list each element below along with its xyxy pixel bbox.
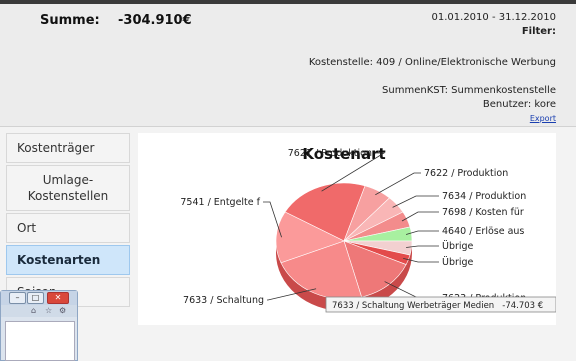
star-icon[interactable]: ☆ xyxy=(45,306,52,315)
sidebar-item-label: Umlage- Kostenstellen xyxy=(27,173,109,203)
pie-label: 7622 / Produktion xyxy=(424,168,508,179)
kostenstelle-filter: Kostenstelle: 409 / Online/Elektronische… xyxy=(308,57,556,68)
summe-value: -304.910€ xyxy=(118,13,192,28)
sidebar-item-umlage-kostenstellen[interactable]: Umlage- Kostenstellen xyxy=(6,165,130,211)
sidebar-item-label: Kostenarten xyxy=(17,253,101,267)
overlapping-browser-window[interactable]: – □ ✕ ⌂ ☆ ⚙ xyxy=(0,290,78,361)
sidebar-nav: Kostenträger Umlage- Kostenstellen Ort K… xyxy=(6,133,130,309)
summenkst-filter: SummenKST: Summenkostenstelle xyxy=(382,85,556,96)
pie-tooltip: 7633 / Schaltung Werbeträger Medien -74.… xyxy=(325,296,557,313)
pie-label: 7698 / Kosten für xyxy=(442,207,524,218)
pie-slices xyxy=(275,182,413,300)
window-toolbar: ⌂ ☆ ⚙ xyxy=(1,305,77,317)
kostenart-pie-chart: Kostenart 7621 / Produktion7622 / Produk… xyxy=(180,145,557,313)
maximize-button[interactable]: □ xyxy=(27,292,44,304)
gear-icon[interactable]: ⚙ xyxy=(59,306,66,315)
sidebar-item-kostentraeger[interactable]: Kostenträger xyxy=(6,133,130,163)
home-icon[interactable]: ⌂ xyxy=(31,306,36,315)
filter-label: Filter: xyxy=(521,26,556,37)
benutzer-label: Benutzer: kore xyxy=(482,99,556,110)
sidebar-item-ort[interactable]: Ort xyxy=(6,213,130,243)
pie-label: 7634 / Produktion xyxy=(442,191,526,202)
sidebar-item-label: Kostenträger xyxy=(17,141,95,155)
summe-label: Summe: xyxy=(40,13,100,28)
pie-label: Übrige xyxy=(442,241,474,252)
sidebar-item-label: Ort xyxy=(17,221,37,235)
export-link[interactable]: Export xyxy=(530,114,556,123)
pie-label: Übrige xyxy=(442,257,474,268)
pie-leader-line xyxy=(392,195,439,208)
report-header: Summe: -304.910€ 01.01.2010 - 31.12.2010… xyxy=(0,4,576,127)
pie-leader-line xyxy=(375,172,421,196)
tooltip-text: 7633 / Schaltung Werbeträger Medien -74.… xyxy=(332,301,543,311)
content-area: Kostenträger Umlage- Kostenstellen Ort K… xyxy=(0,127,576,361)
sidebar-item-kostenarten[interactable]: Kostenarten xyxy=(6,245,130,275)
pie-label: 7633 / Schaltung xyxy=(183,295,264,306)
pie-label: 7541 / Entgelte f xyxy=(180,197,260,208)
date-range: 01.01.2010 - 31.12.2010 xyxy=(431,12,556,23)
pie-label: 7621 / Produktion xyxy=(288,148,372,159)
chart-panel: Kostenart 7621 / Produktion 7622 / Produk… xyxy=(138,133,557,325)
pie-label: 4640 / Erlöse aus xyxy=(442,226,524,237)
close-button[interactable]: ✕ xyxy=(47,292,69,304)
window-body xyxy=(5,321,75,361)
minimize-button[interactable]: – xyxy=(9,292,26,304)
window-titlebar[interactable]: – □ ✕ xyxy=(1,291,77,305)
